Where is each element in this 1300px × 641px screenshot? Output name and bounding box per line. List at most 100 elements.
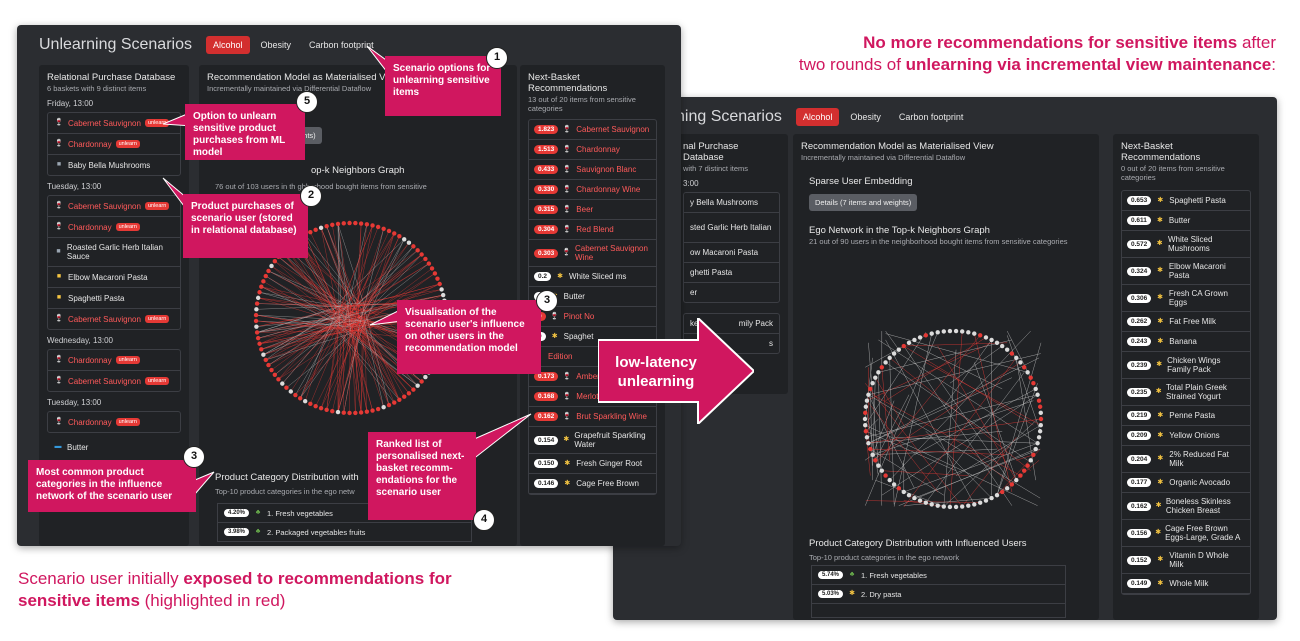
details-button[interactable]: Details (7 items and weights) (809, 194, 918, 211)
wine-icon: 🍷 (562, 225, 572, 233)
panel-title: Relational Purchase Database (47, 72, 176, 83)
graph-node (259, 347, 264, 352)
graph-node (439, 287, 444, 292)
wine-icon: 🍷 (54, 356, 64, 363)
grocery-icon: ✱ (1157, 556, 1164, 563)
category-label: 1. Fresh vegetables (267, 508, 333, 518)
recommendation-row: 0.154 ✱ Grapefruit Sparkling Water (529, 427, 656, 454)
pasta-icon: ■ (56, 273, 62, 280)
graph-node (1038, 416, 1044, 422)
graph-node (923, 333, 929, 338)
graph-node (257, 290, 262, 295)
recommendation-name: Merlot (576, 392, 599, 401)
graph-node (341, 410, 346, 415)
graph-node (406, 240, 412, 245)
graph-node (1018, 473, 1023, 478)
graph-node (935, 330, 940, 335)
ego-network-graph (862, 328, 1044, 510)
unlearn-button[interactable]: unlearn (115, 140, 140, 148)
graph-node (402, 394, 407, 399)
unlearn-button[interactable]: unlearn (144, 315, 170, 323)
wine-icon: 🍷 (562, 205, 572, 213)
graph-node (876, 463, 881, 468)
graph-node (994, 340, 1000, 345)
graph-node (862, 416, 868, 422)
purchase-name: Cabernet Sauvignon (68, 314, 141, 324)
graph-node (254, 324, 259, 329)
graph-node (302, 399, 308, 404)
graph-node (906, 493, 912, 498)
graph-node (1009, 351, 1015, 356)
panel-title: Recommendation Model as Materialised Vie… (801, 141, 994, 152)
purchase-row: 🍷 Chardonnay unlearn (48, 217, 180, 238)
purchase-name: ghetti Pasta (690, 268, 733, 277)
grocery-icon: ✱ (1156, 240, 1163, 247)
unlearn-button[interactable]: unlearn (115, 418, 140, 426)
graph-node (1038, 410, 1043, 416)
graph-node (284, 385, 289, 390)
unlearn-button[interactable]: unlearn (144, 377, 170, 385)
callout-number-3b: 3 (183, 446, 205, 468)
purchase-name: Chardonnay (68, 355, 112, 365)
basket-group: 🍷 Cabernet Sauvignon unlearn 🍷 Chardonnay unl… (47, 112, 181, 176)
tab-alcohol[interactable]: Alcohol (795, 108, 840, 126)
category-pct: 5.74% (818, 571, 844, 579)
panel-subtitle: with 7 distinct items (683, 164, 749, 173)
recommendation-row: 0.146 ✱ Cage Free Brown (529, 474, 656, 494)
unlearn-button[interactable]: unlearn (144, 119, 170, 127)
vegetable-icon: ♣ (255, 528, 261, 535)
graph-node (419, 252, 424, 257)
wine-icon: 🍷 (562, 125, 572, 133)
recommendation-score: 0.262 (1127, 317, 1152, 326)
tab-carbon-footprint[interactable]: Carbon footprint (892, 108, 971, 126)
callout-text: Ranked list of personalised next-basket … (376, 439, 465, 498)
graph-node (959, 329, 965, 334)
recommendation-score: 0.243 (1127, 337, 1152, 346)
purchase-row: y Bella Mushrooms (684, 193, 779, 213)
app-title: Unlearning Scenarios (39, 36, 192, 53)
graph-node (297, 396, 303, 401)
tab-alcohol[interactable]: Alcohol (205, 36, 250, 54)
graph-node (411, 387, 416, 392)
graph-node (901, 343, 906, 349)
graph-node (929, 331, 934, 336)
callout-number-1: 1 (486, 47, 508, 69)
recommendation-row: 0.149 ✱ Whole Milk (1122, 574, 1250, 594)
purchase-row: ghetti Pasta (684, 263, 779, 283)
unlearn-button[interactable]: unlearn (115, 223, 140, 231)
graph-node (415, 248, 420, 253)
category-row: 5.74% ♣ 1. Fresh vegetables (811, 565, 1066, 585)
tab-obesity[interactable]: Obesity (254, 36, 299, 54)
grocery-icon: ✱ (1157, 411, 1164, 419)
graph-node (266, 268, 271, 274)
graph-node (370, 408, 375, 413)
wine-icon: 🍷 (54, 223, 64, 230)
recommendation-score: 0.303 (534, 248, 559, 258)
graph-node (870, 381, 875, 386)
grocery-icon: ✱ (1155, 502, 1162, 509)
graph-node (941, 329, 947, 334)
tab-carbon-footprint[interactable]: Carbon footprint (302, 36, 381, 54)
unlearn-button[interactable]: unlearn (144, 202, 170, 210)
basket-day: Tuesday, 13:00 (47, 182, 102, 191)
unlearn-button[interactable]: unlearn (115, 356, 140, 364)
graph-node (269, 263, 274, 269)
graph-node (375, 406, 381, 412)
graph-node (866, 392, 871, 397)
category-label: 1. Fresh vegetables (861, 570, 927, 580)
graph-node (313, 227, 318, 233)
callout-influence-visualisation: Visualisation of the scenario user's inf… (397, 300, 541, 374)
unlearning-arrow: low-latency unlearning (598, 318, 754, 424)
recommendation-name: Cage Free Brown Eggs-Large, Grade A (1165, 524, 1241, 542)
recommendation-name: Elbow Macaroni Pasta (1168, 262, 1226, 280)
recommendation-name: 2% Reduced Fat Milk (1169, 450, 1229, 468)
tab-obesity[interactable]: Obesity (843, 108, 888, 126)
recommendation-row: 0.2 ✱ White Sliced ms (529, 267, 656, 287)
arrow-label-line-1: low-latency (615, 354, 697, 371)
graph-node (293, 392, 298, 398)
grocery-icon: ✱ (1157, 337, 1164, 345)
graph-node (1028, 375, 1033, 380)
basket-day: 3:00 (683, 179, 699, 188)
purchase-name: Cabernet Sauvignon (68, 201, 141, 211)
graph-node (426, 261, 432, 266)
